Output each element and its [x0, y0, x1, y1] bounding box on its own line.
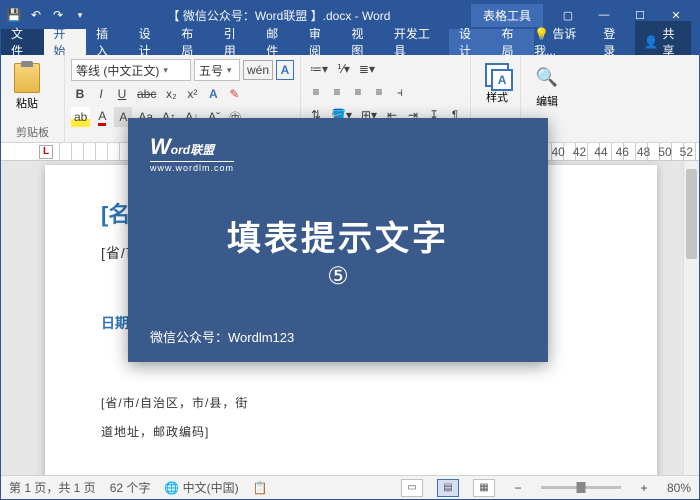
tab-developer[interactable]: 开发工具 [384, 29, 449, 55]
status-word-count[interactable]: 62 个字 [110, 479, 151, 496]
bold-button[interactable]: B [71, 84, 89, 104]
paste-icon [14, 63, 40, 93]
web-layout-button[interactable]: ▦ [473, 479, 495, 497]
read-mode-button[interactable]: ▭ [401, 479, 423, 497]
tab-table-design[interactable]: 设计 [449, 29, 492, 55]
tab-layout[interactable]: 布局 [171, 29, 214, 55]
tab-design[interactable]: 设计 [129, 29, 172, 55]
group-clipboard-label: 剪贴板 [7, 124, 58, 140]
tab-home[interactable]: 开始 [44, 29, 87, 55]
underline-button[interactable]: U [113, 84, 131, 104]
find-icon: 🔍 [533, 63, 561, 91]
status-page[interactable]: 第 1 页，共 1 页 [9, 479, 96, 496]
status-language[interactable]: 🌐 中文(中国) [164, 479, 238, 496]
strikethrough-button[interactable]: abc [134, 84, 159, 104]
numbering-button[interactable]: ⅟▾ [334, 59, 353, 79]
status-bar: 第 1 页，共 1 页 62 个字 🌐 中文(中国) 📋 ▭ ▤ ▦ − + 8… [1, 475, 699, 499]
undo-icon[interactable]: ↶ [29, 8, 43, 22]
zoom-in-button[interactable]: + [635, 478, 653, 498]
paste-button[interactable]: 粘贴 [7, 59, 47, 115]
align-right-button[interactable]: ≡ [349, 82, 367, 102]
overlay-number: ⑤ [327, 262, 349, 291]
highlight-button[interactable]: ab [71, 107, 90, 127]
tab-insert[interactable]: 插入 [86, 29, 129, 55]
save-icon[interactable]: 💾 [7, 8, 21, 22]
tell-me[interactable]: 💡 告诉我... [534, 25, 593, 59]
editing-button[interactable]: 🔍 编辑 [527, 59, 567, 113]
bullets-button[interactable]: ≔▾ [307, 59, 331, 79]
tab-references[interactable]: 引用 [214, 29, 257, 55]
login-link[interactable]: 登录 [603, 25, 625, 59]
align-center-button[interactable]: ≡ [328, 82, 346, 102]
brand-url: www.wordlm.com [150, 161, 234, 173]
tab-table-layout[interactable]: 布局 [492, 29, 535, 55]
overlay-title: 填表提示文字 [227, 211, 449, 260]
ribbon-options-icon[interactable]: ▢ [551, 5, 585, 25]
doc-address[interactable]: [省/市/自治区，市/县，街 道地址，邮政编码] [101, 389, 601, 447]
tab-mailings[interactable]: 邮件 [256, 29, 299, 55]
zoom-level[interactable]: 80% [667, 481, 691, 495]
brand-logo: Word联盟 [150, 138, 214, 158]
phonetic-guide-button[interactable]: wén [243, 60, 273, 80]
distributed-button[interactable]: ⫞ [391, 82, 409, 102]
window-title: 【 微信公众号：Word联盟 】.docx - Word [95, 7, 463, 24]
font-color-button[interactable]: A [93, 107, 111, 127]
text-effects-button[interactable]: A [204, 84, 222, 104]
redo-icon[interactable]: ↷ [51, 8, 65, 22]
superscript-button[interactable]: x² [183, 84, 201, 104]
tab-view[interactable]: 视图 [341, 29, 384, 55]
print-layout-button[interactable]: ▤ [437, 479, 459, 497]
multilevel-list-button[interactable]: ≣▾ [356, 59, 378, 79]
character-border-button[interactable]: A [276, 60, 294, 80]
ribbon-tabs: 文件 开始 插入 设计 布局 引用 邮件 审阅 视图 开发工具 设计 布局 💡 … [1, 29, 699, 55]
font-name-combo[interactable]: 等线 (中文正文)▾ [71, 59, 191, 81]
vertical-scrollbar[interactable] [683, 161, 699, 475]
justify-button[interactable]: ≡ [370, 82, 388, 102]
overlay-footer: 微信公众号：Wordlm123 [150, 327, 526, 346]
qat-dropdown-icon[interactable]: ▾ [73, 8, 87, 22]
status-track-changes-icon[interactable]: 📋 [253, 481, 268, 495]
align-left-button[interactable]: ≡ [307, 82, 325, 102]
subscript-button[interactable]: x₂ [162, 84, 180, 104]
tab-review[interactable]: 审阅 [299, 29, 342, 55]
quick-access-toolbar: 💾 ↶ ↷ ▾ [7, 8, 87, 22]
clear-formatting-button[interactable]: ✎ [225, 84, 243, 104]
zoom-slider[interactable] [541, 486, 621, 489]
styles-icon [485, 63, 509, 87]
styles-button[interactable]: 样式 [477, 59, 517, 109]
font-size-combo[interactable]: 五号▾ [194, 59, 240, 81]
zoom-out-button[interactable]: − [509, 478, 527, 498]
contextual-tab-label: 表格工具 [471, 4, 543, 27]
chevron-down-icon: ▾ [163, 65, 168, 76]
splash-overlay: Word联盟 www.wordlm.com 填表提示文字 ⑤ 微信公众号：Wor… [128, 118, 548, 362]
italic-button[interactable]: I [92, 84, 110, 104]
tab-type-selector[interactable]: L [39, 145, 53, 159]
minimize-button[interactable]: — [587, 5, 621, 25]
chevron-down-icon: ▾ [227, 65, 232, 76]
scrollbar-thumb[interactable] [686, 169, 697, 259]
tab-file[interactable]: 文件 [1, 29, 44, 55]
